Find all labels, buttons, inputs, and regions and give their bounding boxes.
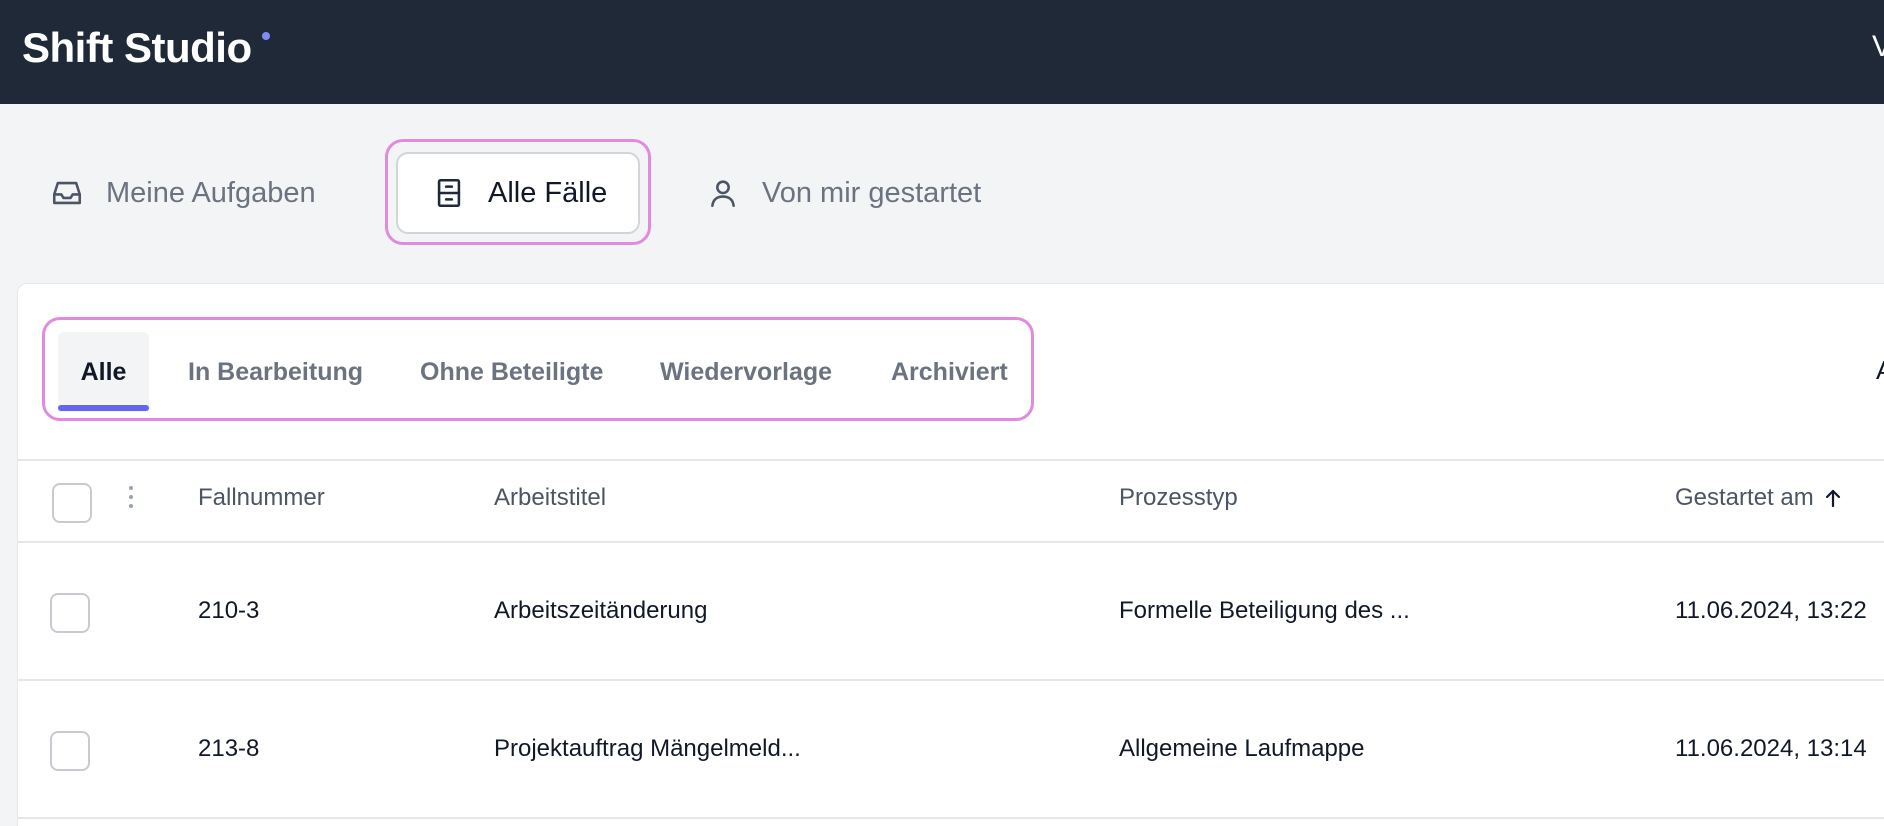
column-header-label: Gestartet am [1675,484,1814,511]
divider [17,541,1884,543]
user-icon [706,176,740,210]
tab-label: Alle Fälle [488,176,608,209]
divider [17,679,1884,681]
filter-tab-ohne-beteiligte[interactable]: Ohne Beteiligte [420,332,603,412]
cell-arbeitstitel: Projektauftrag Mängelmeld... [494,735,801,762]
divider [17,817,1884,819]
card-truncated-text[interactable]: A [1876,355,1884,386]
cell-arbeitstitel: Arbeitszeitänderung [494,597,708,624]
column-header-prozesstyp[interactable]: Prozesstyp [1119,484,1238,512]
tab-von-mir-gestartet[interactable]: Von mir gestartet [706,152,981,234]
cell-prozesstyp: Formelle Beteiligung des ... [1119,597,1410,624]
archive-cabinet-icon [432,176,466,210]
column-header-arbeitstitel[interactable]: Arbeitstitel [494,484,606,512]
tab-alle-faelle[interactable]: Alle Fälle [396,152,640,234]
divider [17,459,1884,461]
cell-gestartet-am: 11.06.2024, 13:14 [1675,735,1867,762]
tab-meine-aufgaben[interactable]: Meine Aufgaben [50,152,316,234]
cell-fallnummer: 210-3 [198,597,260,624]
logo-dot [262,32,270,40]
cell-prozesstyp: Allgemeine Laufmappe [1119,735,1365,762]
column-header-fallnummer[interactable]: Fallnummer [198,484,325,512]
filter-tab-wiedervorlage[interactable]: Wiedervorlage [660,332,832,412]
app-logo[interactable]: Shift Studio [22,24,252,72]
active-filter-underline [58,405,149,411]
filter-tab-alle[interactable]: Alle [58,332,149,412]
column-header-gestartet-am[interactable]: Gestartet am [1675,484,1842,515]
sort-arrow-up-icon[interactable] [1824,487,1842,515]
cell-gestartet-am: 11.06.2024, 13:22 [1675,597,1867,624]
tab-label: Von mir gestartet [762,176,982,209]
cell-fallnummer: 213-8 [198,735,260,762]
row-checkbox[interactable] [50,731,90,771]
select-all-checkbox[interactable] [52,483,92,523]
row-checkbox[interactable] [50,593,90,633]
filter-tab-archiviert[interactable]: Archiviert [891,332,1008,412]
filter-tab-in-bearbeitung[interactable]: In Bearbeitung [188,332,363,412]
tab-label: Meine Aufgaben [106,176,316,209]
topbar-truncated-text[interactable]: V [1872,30,1884,64]
inbox-icon [50,176,84,210]
top-navigation-bar: Shift Studio V [0,0,1884,104]
column-options-icon[interactable] [127,486,135,510]
